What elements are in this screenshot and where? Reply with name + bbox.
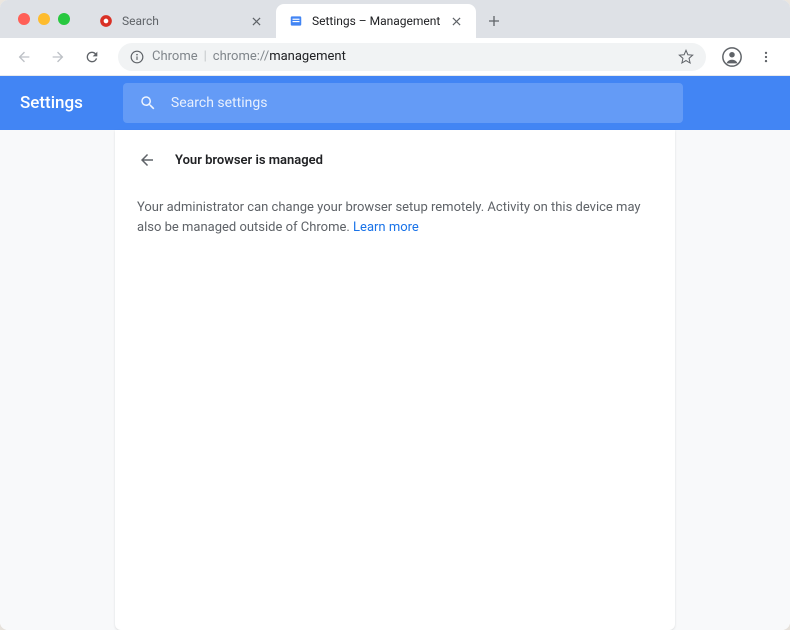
address-path: management: [269, 49, 346, 64]
new-tab-button[interactable]: [480, 7, 508, 35]
tab-search[interactable]: Search: [86, 4, 276, 38]
forward-button[interactable]: [44, 43, 72, 71]
browser-menu-button[interactable]: [752, 43, 780, 71]
reload-button[interactable]: [78, 43, 106, 71]
settings-title: Settings: [20, 93, 83, 113]
tab-settings-management[interactable]: Settings – Management: [276, 4, 476, 38]
card-title: Your browser is managed: [175, 153, 323, 168]
address-origin: Chrome: [152, 49, 198, 64]
address-bar[interactable]: Chrome | chrome://management: [118, 43, 706, 71]
browser-window: Search Settings – Management: [0, 0, 790, 630]
chrome-settings-favicon-icon: [288, 13, 304, 29]
card-header: Your browser is managed: [137, 150, 653, 170]
tab-bar: Search Settings – Management: [0, 0, 790, 38]
card-body: Your administrator can change your brows…: [137, 198, 653, 237]
tab-title: Settings – Management: [312, 14, 440, 28]
content-area: Settings Your browser is managed Your ad…: [0, 76, 790, 630]
tabs-container: Search Settings – Management: [86, 4, 508, 38]
bookmark-star-button[interactable]: [678, 49, 694, 65]
tab-close-button[interactable]: [248, 13, 264, 29]
learn-more-link[interactable]: Learn more: [353, 220, 419, 235]
search-icon: [139, 94, 157, 112]
search-favicon-icon: [98, 13, 114, 29]
management-card: Your browser is managed Your administrat…: [115, 130, 675, 630]
address-separator: |: [204, 49, 207, 64]
site-info-icon[interactable]: [130, 50, 144, 64]
settings-search-input[interactable]: [171, 95, 667, 111]
back-arrow-button[interactable]: [137, 150, 157, 170]
address-text: Chrome | chrome://management: [152, 49, 346, 64]
settings-body: Your browser is managed Your administrat…: [0, 130, 790, 630]
settings-header: Settings: [0, 76, 790, 130]
profile-button[interactable]: [718, 43, 746, 71]
toolbar: Chrome | chrome://management: [0, 38, 790, 76]
window-maximize-button[interactable]: [58, 13, 70, 25]
address-prefix: chrome://: [213, 49, 269, 64]
tab-title: Search: [122, 14, 240, 28]
tab-close-button[interactable]: [448, 13, 464, 29]
back-button[interactable]: [10, 43, 38, 71]
window-minimize-button[interactable]: [38, 13, 50, 25]
window-close-button[interactable]: [18, 13, 30, 25]
settings-search-box[interactable]: [123, 83, 683, 123]
window-controls: [10, 0, 78, 38]
